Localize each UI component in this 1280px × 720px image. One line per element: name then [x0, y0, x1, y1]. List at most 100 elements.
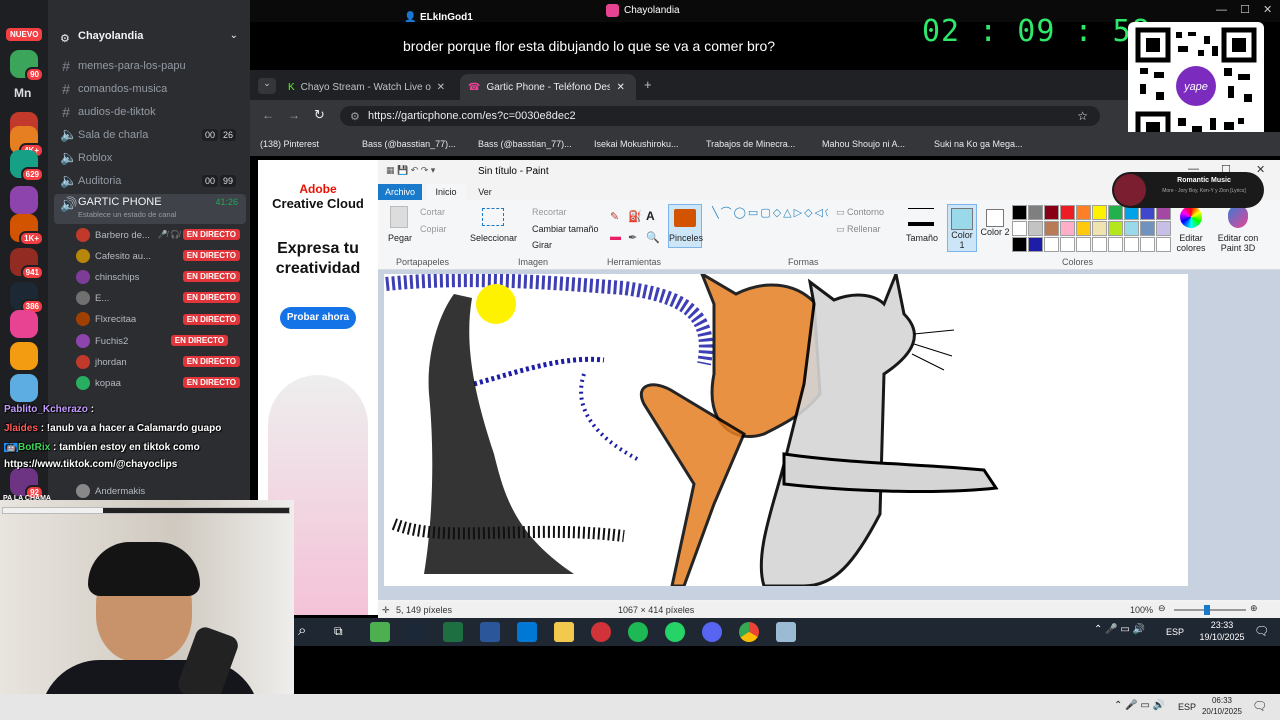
bookmark-item[interactable]: Bass (@basstian_77)... — [478, 139, 572, 149]
voice-channel-active[interactable]: 🔊 GARTIC PHONE 41:26 Establece un estado… — [54, 194, 246, 224]
cut-button[interactable]: Cortar — [420, 207, 445, 217]
tab-ver[interactable]: Ver — [470, 184, 500, 200]
palette-swatch[interactable] — [1108, 221, 1123, 236]
bookmark-item[interactable]: (138) Pinterest — [260, 139, 319, 149]
close-icon[interactable]: ✕ — [1256, 163, 1265, 176]
palette-swatch[interactable] — [1156, 221, 1171, 236]
task-view-icon[interactable]: ⧉ — [334, 624, 343, 639]
word-icon[interactable] — [480, 622, 500, 642]
palette-swatch[interactable] — [1076, 205, 1091, 220]
server-icon[interactable]: 1K+ — [10, 214, 44, 246]
eraser-icon[interactable]: ▬ — [610, 231, 621, 243]
server-icon[interactable]: 941 — [10, 248, 44, 280]
voice-user[interactable]: Andermakis — [76, 484, 246, 498]
bookmark-item[interactable]: Suki na Ko ga Mega... — [934, 139, 1023, 149]
server-initials[interactable]: Mn — [14, 86, 31, 100]
maximize-icon[interactable]: ☐ — [1240, 3, 1250, 16]
palette-swatch[interactable] — [1012, 221, 1027, 236]
server-icon[interactable] — [10, 342, 38, 370]
search-icon[interactable]: ⌕ — [298, 622, 306, 639]
zoom-slider[interactable] — [1174, 609, 1246, 611]
bookmark-item[interactable]: Trabajos de Minecra... — [706, 139, 795, 149]
tab-inicio[interactable]: Inicio — [426, 184, 466, 200]
resize-button[interactable]: Cambiar tamaño — [532, 224, 599, 234]
shapes-gallery[interactable]: ╲⌒◯▭▢◇△▷◇◁⬠⬡☆✦☆▭◯▯ — [712, 206, 828, 250]
drawing-canvas[interactable] — [384, 268, 1188, 588]
palette-swatch[interactable] — [1076, 221, 1091, 236]
tab-archivo[interactable]: Archivo — [378, 184, 422, 200]
palette-swatch[interactable] — [1124, 237, 1139, 252]
lang-indicator[interactable]: ESP — [1178, 702, 1196, 712]
back-icon[interactable]: ← — [262, 108, 274, 122]
color-palette[interactable] — [1012, 205, 1182, 253]
excel-icon[interactable] — [443, 622, 463, 642]
voice-channel[interactable]: 🔈 Roblox — [60, 149, 246, 166]
tray-icons[interactable]: ⌃ 🎤 ▭ 🔊 — [1094, 624, 1145, 635]
palette-swatch[interactable] — [1092, 205, 1107, 220]
notifications-icon[interactable]: 🗨 — [1254, 624, 1269, 638]
bookmark-item[interactable]: Bass (@basstian_77)... — [362, 139, 456, 149]
app-icon[interactable] — [517, 622, 537, 642]
server-icon[interactable]: 92 — [10, 468, 44, 500]
outline-button[interactable]: ▭ Contorno — [836, 207, 884, 218]
server-icon[interactable] — [10, 186, 38, 214]
palette-swatch[interactable] — [1076, 237, 1091, 252]
palette-swatch[interactable] — [1060, 237, 1075, 252]
server-icon[interactable] — [10, 310, 38, 338]
tab-chayo-stream[interactable]: K Chayo Stream - Watch Live on ✕ — [280, 74, 458, 100]
fill-button[interactable]: ▭ Rellenar — [836, 224, 881, 235]
palette-swatch[interactable] — [1140, 221, 1155, 236]
palette-swatch[interactable] — [1060, 221, 1075, 236]
channel-item[interactable]: # audios-de-tiktok — [60, 104, 246, 120]
palette-swatch[interactable] — [1012, 237, 1027, 252]
magnifier-icon[interactable]: 🔍 — [646, 231, 660, 244]
copy-button[interactable]: Copiar — [420, 224, 447, 234]
close-tab-icon[interactable]: ✕ — [437, 82, 445, 93]
ad-cta-button[interactable]: Probar ahora — [280, 307, 356, 329]
fill-icon[interactable]: ⛽ — [628, 210, 642, 223]
site-info-icon[interactable]: ⚙ — [350, 110, 360, 123]
folder-icon[interactable] — [554, 622, 574, 642]
steam-icon[interactable] — [406, 622, 426, 642]
quick-access-toolbar[interactable]: ▦ 💾 ↶ ↷ ▾ — [386, 165, 472, 177]
gear-icon[interactable]: ⚙ — [60, 32, 70, 45]
tab-gartic-phone[interactable]: ☎Gartic Phone - Teléfono Descon✕ — [460, 74, 636, 100]
palette-swatch[interactable] — [1156, 237, 1171, 252]
tray-icons[interactable]: ⌃ 🎤 ▭ 🔊 — [1114, 700, 1165, 711]
url-input[interactable]: ⚙ https://garticphone.com/es?c=0030e8dec… — [340, 106, 1100, 126]
chevron-down-icon[interactable]: ⌄ — [230, 30, 238, 41]
whatsapp-icon[interactable] — [665, 622, 685, 642]
palette-swatch[interactable] — [1028, 221, 1043, 236]
palette-swatch[interactable] — [1028, 205, 1043, 220]
bookmark-item[interactable]: Mahou Shoujo ni A... — [822, 139, 905, 149]
server-icon[interactable]: 90 — [10, 50, 44, 82]
chrome-icon[interactable] — [739, 622, 759, 642]
palette-swatch[interactable] — [1012, 205, 1027, 220]
rotate-button[interactable]: Girar — [532, 240, 552, 250]
edit-colors-button[interactable]: Editar colores — [1176, 233, 1206, 253]
server-icon[interactable] — [10, 374, 38, 402]
new-tab-icon[interactable]: + — [644, 77, 652, 92]
zoom-slider-thumb[interactable] — [1204, 605, 1210, 615]
close-icon[interactable]: ✕ — [1263, 3, 1272, 16]
spotify-icon[interactable] — [628, 622, 648, 642]
palette-swatch[interactable] — [1044, 237, 1059, 252]
edit-paint3d-button[interactable]: Editar con Paint 3D — [1214, 233, 1262, 253]
channel-item[interactable]: # memes-para-los-papu — [60, 58, 246, 74]
crop-button[interactable]: Recortar — [532, 207, 567, 217]
pencil-icon[interactable]: ✎ — [610, 210, 619, 223]
paint-icon[interactable] — [776, 622, 796, 642]
palette-swatch[interactable] — [1060, 205, 1075, 220]
voice-channel[interactable]: 🔈 Sala de charla 00 26 — [60, 126, 246, 143]
voice-channel[interactable]: 🔈 Auditoria 00 99 — [60, 172, 246, 189]
color2-button[interactable]: Color 2 — [980, 204, 1010, 252]
palette-swatch[interactable] — [1124, 221, 1139, 236]
channel-item[interactable]: # comandos-musica — [60, 81, 246, 97]
music-widget[interactable]: Romantic Music More - Jory Boy, Ken-Y y … — [1112, 172, 1264, 208]
server-icon[interactable]: 386 — [10, 282, 44, 314]
palette-swatch[interactable] — [1044, 221, 1059, 236]
server-name[interactable]: Chayolandia — [78, 30, 143, 42]
select-button[interactable]: Seleccionar — [470, 233, 517, 243]
bookmark-star-icon[interactable]: ☆ — [1077, 109, 1088, 123]
palette-swatch[interactable] — [1092, 221, 1107, 236]
